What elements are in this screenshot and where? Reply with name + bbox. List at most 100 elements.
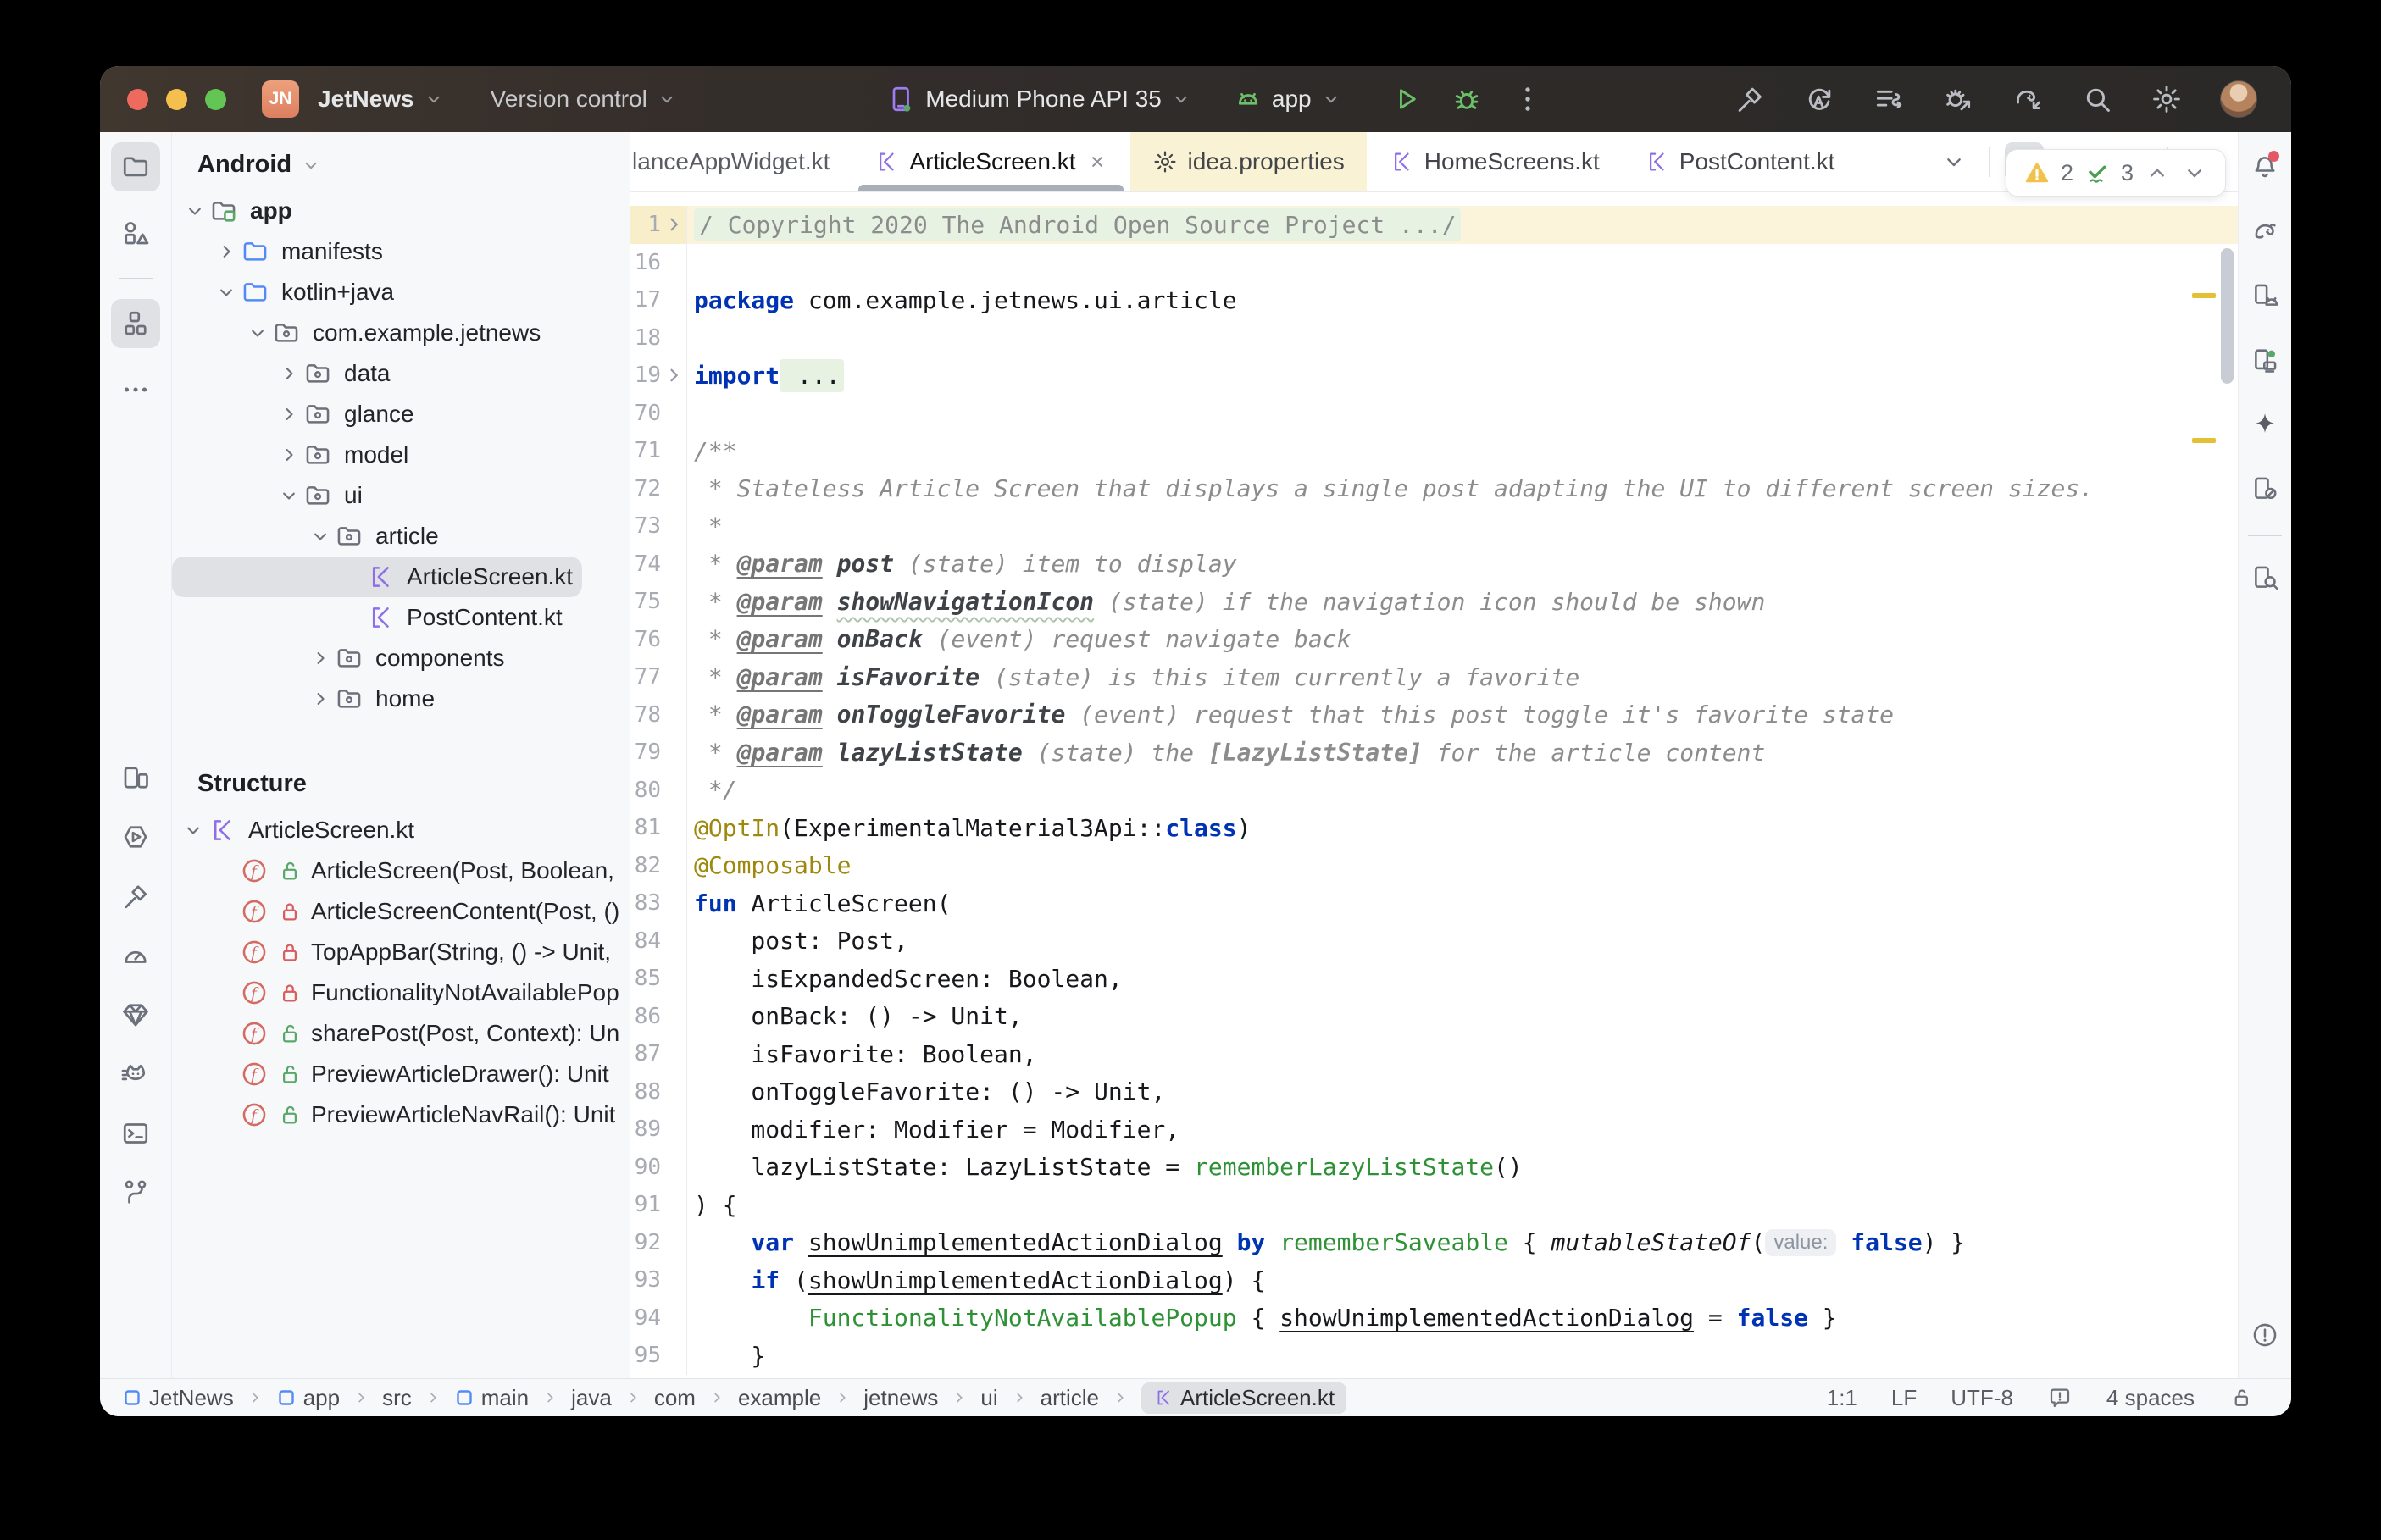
project-tree-item-glance[interactable]: glance <box>172 394 630 435</box>
editor-scrollbar-thumb[interactable] <box>2221 248 2234 384</box>
structure-item[interactable]: f PreviewArticleNavRail(): Unit <box>172 1094 630 1135</box>
zoom-window-button[interactable] <box>205 88 226 110</box>
minimize-window-button[interactable] <box>166 88 187 110</box>
gutter-line-90[interactable]: 90 <box>630 1149 686 1187</box>
code-editor[interactable]: 1 / Copyright 2020 The Android Open Sour… <box>630 192 2238 1378</box>
code-line-content[interactable]: fun ArticleScreen( <box>686 884 2238 922</box>
code-line-content[interactable] <box>686 394 2238 432</box>
app-quality-insights-button[interactable] <box>111 990 160 1039</box>
resource-manager-button[interactable] <box>111 208 160 258</box>
indent-style[interactable]: 4 spaces <box>2106 1385 2195 1411</box>
project-tree-item-ArticleScreen.kt[interactable]: ArticleScreen.kt <box>172 557 582 597</box>
chevron-right-icon[interactable] <box>275 361 303 386</box>
gutter-line-88[interactable]: 88 <box>630 1073 686 1111</box>
problems-button[interactable] <box>2244 1314 2286 1356</box>
tab-HomeScreens.kt[interactable]: HomeScreens.kt <box>1367 132 1622 191</box>
gutter-line-19[interactable]: 19 <box>630 357 686 395</box>
close-window-button[interactable] <box>127 88 148 110</box>
running-devices-button[interactable] <box>2244 339 2286 381</box>
code-line-content[interactable]: /** <box>686 432 2238 470</box>
code-line-content[interactable]: * @param isFavorite (state) is this item… <box>686 658 2238 696</box>
more-tools-button[interactable] <box>111 365 160 414</box>
breadcrumb-app[interactable]: app <box>276 1385 340 1411</box>
project-tree-item-com.example.jetnews[interactable]: com.example.jetnews <box>172 313 630 353</box>
fold-marker-icon[interactable] <box>661 206 686 244</box>
structure-item[interactable]: f sharePost(Post, Context): Un <box>172 1013 630 1054</box>
gutter-line-76[interactable]: 76 <box>630 621 686 659</box>
gutter-line-94[interactable]: 94 <box>630 1299 686 1338</box>
project-panel-header[interactable]: Android <box>172 132 630 191</box>
inspection-widget[interactable]: 2 3 <box>2005 149 2226 197</box>
gutter-line-71[interactable]: 71 <box>630 432 686 470</box>
code-line-content[interactable]: @OptIn (ExperimentalMaterial3Api:: class) <box>686 809 2238 847</box>
tab-PostContent.kt[interactable]: PostContent.kt <box>1622 132 1857 191</box>
project-tree-item-app[interactable]: app <box>172 191 630 231</box>
gradle-elephant-button[interactable] <box>2244 210 2286 252</box>
code-line-content[interactable]: onToggleFavorite: () -> Unit, <box>686 1072 2238 1111</box>
run-configuration-selector[interactable]: app <box>1233 84 1342 114</box>
code-line-content[interactable]: * @param lazyListState (state) the [Lazy… <box>686 734 2238 772</box>
debug-bug-icon[interactable] <box>1451 83 1483 115</box>
breadcrumb-ArticleScreen.kt[interactable]: ArticleScreen.kt <box>1141 1382 1347 1414</box>
breadcrumb-main[interactable]: main <box>454 1385 529 1411</box>
structure-item[interactable]: f FunctionalityNotAvailablePop <box>172 972 630 1013</box>
warning-stripe-mark[interactable] <box>2192 293 2216 298</box>
project-tree-item-PostContent.kt[interactable]: PostContent.kt <box>172 597 630 638</box>
more-kebab-icon[interactable] <box>1512 83 1544 115</box>
line-separator[interactable]: LF <box>1891 1385 1917 1411</box>
gutter-line-17[interactable]: 17 <box>630 281 686 319</box>
breadcrumb-src[interactable]: src <box>382 1385 412 1411</box>
search-everywhere-icon[interactable] <box>2081 83 2113 115</box>
chevron-down-icon[interactable] <box>180 198 209 224</box>
project-tree-item-ui[interactable]: ui <box>172 475 630 516</box>
gutter-line-78[interactable]: 78 <box>630 696 686 734</box>
gutter-line-91[interactable]: 91 <box>630 1186 686 1224</box>
file-encoding[interactable]: UTF-8 <box>1951 1385 2013 1411</box>
gutter-line-72[interactable]: 72 <box>630 470 686 508</box>
code-line-content[interactable]: modifier: Modifier = Modifier, <box>686 1111 2238 1149</box>
run-hexagon-button[interactable] <box>111 812 160 861</box>
code-line-content[interactable]: isExpandedScreen: Boolean, <box>686 960 2238 998</box>
sync-icon[interactable] <box>1803 83 1835 115</box>
project-tree-item-home[interactable]: home <box>172 679 630 719</box>
chevron-right-icon[interactable] <box>306 686 335 712</box>
breadcrumb-article[interactable]: article <box>1041 1385 1099 1411</box>
code-line-content[interactable]: * Stateless Article Screen that displays… <box>686 469 2238 507</box>
project-tree-item-article[interactable]: article <box>172 516 630 557</box>
gutter-line-86[interactable]: 86 <box>630 998 686 1036</box>
gutter-line-89[interactable]: 89 <box>630 1111 686 1149</box>
code-line-content[interactable]: FunctionalityNotAvailablePopup { showUni… <box>686 1299 2238 1337</box>
gutter-line-85[interactable]: 85 <box>630 960 686 998</box>
caret-position[interactable]: 1:1 <box>1827 1385 1857 1411</box>
gemini-sparkle-button[interactable] <box>2244 403 2286 446</box>
structure-root-ArticleScreen.kt[interactable]: ArticleScreen.kt <box>172 810 630 850</box>
tab-overflow-chevron-button[interactable] <box>1934 142 1973 181</box>
code-line-content[interactable]: } <box>686 1337 2238 1375</box>
chevron-right-icon[interactable] <box>275 402 303 427</box>
breadcrumb-JetNews[interactable]: JetNews <box>122 1385 234 1411</box>
gutter-line-18[interactable]: 18 <box>630 319 686 357</box>
next-problem-icon[interactable] <box>2181 159 2208 186</box>
gutter-line-73[interactable]: 73 <box>630 507 686 546</box>
code-line-content[interactable]: * @param showNavigationIcon (state) if t… <box>686 583 2238 621</box>
build-hammer-button[interactable] <box>111 872 160 921</box>
build-hammer-icon[interactable] <box>1734 83 1766 115</box>
gutter-line-1[interactable]: 1 <box>630 206 686 244</box>
chevron-down-icon[interactable] <box>212 280 241 305</box>
gutter-line-87[interactable]: 87 <box>630 1035 686 1073</box>
chevron-right-icon[interactable] <box>212 239 241 264</box>
tab-lanceAppWidget.kt[interactable]: lanceAppWidget.kt <box>630 132 852 191</box>
logcat-cat-button[interactable] <box>111 1050 160 1099</box>
code-line-content[interactable]: ) { <box>686 1186 2238 1224</box>
inspections-bubble-icon[interactable] <box>2047 1385 2073 1410</box>
close-tab-icon[interactable] <box>1086 151 1108 173</box>
vcs-menu[interactable]: Version control <box>491 86 678 113</box>
project-tree-item-model[interactable]: model <box>172 435 630 475</box>
code-line-content[interactable]: * @param onToggleFavorite (event) reques… <box>686 695 2238 734</box>
running-devices-small-button[interactable] <box>111 753 160 802</box>
profiler-gauge-button[interactable] <box>111 931 160 980</box>
project-tree-item-kotlin+java[interactable]: kotlin+java <box>172 272 630 313</box>
code-line-content[interactable]: * @param onBack (event) request navigate… <box>686 620 2238 658</box>
code-line-content[interactable]: * <box>686 507 2238 546</box>
chevron-down-icon[interactable] <box>275 483 303 508</box>
